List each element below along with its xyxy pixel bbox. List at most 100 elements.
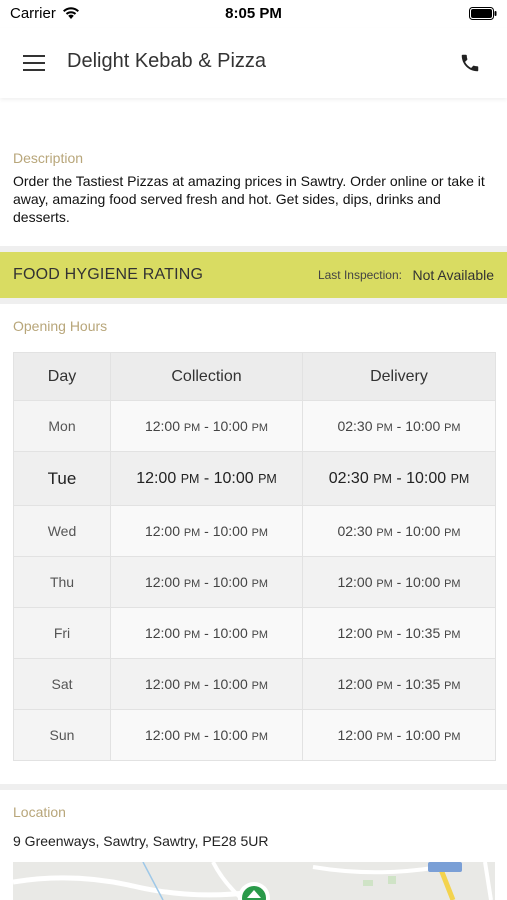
hours-row-sun: Sun 12:00 PM - 10:00 PM 12:00 PM - 10:00 P…	[13, 709, 496, 761]
start-period: PM	[373, 471, 392, 486]
collection-hours-cell: 12:00 PM - 10:00 PM	[110, 658, 303, 710]
last-inspection-value: Not Available	[412, 267, 494, 283]
end-time: 10:00	[212, 727, 248, 743]
restaurant-title: Delight Kebab & Pizza	[67, 50, 267, 72]
end-time: 10:00	[406, 469, 447, 487]
collection-hours-cell: 12:00 PM - 10:00 PM	[110, 451, 303, 506]
day-cell: Sun	[13, 709, 111, 761]
start-time: 12:00	[144, 418, 181, 434]
end-period: PM	[444, 629, 461, 641]
start-period: PM	[376, 629, 393, 641]
location-address: 9 Greenways, Sawtry, Sawtry, PE28 5UR	[13, 833, 269, 849]
hamburger-menu-icon	[23, 55, 45, 71]
delivery-hours-cell: 02:30 PM - 10:00 PM	[302, 505, 496, 557]
end-time: 10:00	[213, 469, 254, 487]
menu-button[interactable]	[16, 48, 52, 78]
call-button[interactable]	[455, 48, 485, 78]
delivery-hours-cell: 02:30 PM - 10:00 PM	[302, 400, 496, 452]
app-header: Delight Kebab & Pizza	[0, 28, 507, 98]
hours-row-thu: Thu 12:00 PM - 10:00 PM 12:00 PM - 10:00 P…	[13, 556, 496, 608]
delivery-hours-cell: 12:00 PM - 10:00 PM	[302, 556, 496, 608]
description-text: Order the Tastiest Pizzas at amazing pri…	[13, 173, 485, 225]
end-time: 10:00	[212, 523, 248, 539]
start-time: 12:00	[144, 523, 181, 539]
start-time: 12:00	[144, 727, 181, 743]
opening-hours-table: Day Collection Delivery Mon 12:00 PM - 10…	[13, 352, 496, 761]
end-period: PM	[444, 527, 461, 539]
description-label: Description	[13, 150, 84, 166]
last-inspection-label: Last Inspection:	[317, 268, 402, 282]
hours-row-wed: Wed 12:00 PM - 10:00 PM 02:30 PM - 10:00 P…	[13, 505, 496, 557]
end-time: 10:00	[212, 625, 248, 641]
divider	[0, 784, 507, 790]
end-time: 10:00	[405, 574, 441, 590]
start-period: PM	[376, 731, 393, 743]
opening-hours-label: Opening Hours	[13, 318, 108, 334]
start-period: PM	[183, 731, 201, 743]
end-period: PM	[258, 471, 277, 486]
start-time: 02:30	[328, 469, 369, 487]
end-period: PM	[251, 731, 269, 743]
divider	[0, 298, 507, 304]
day-cell: Mon	[13, 400, 111, 452]
collection-hours-cell: 12:00 PM - 10:00 PM	[110, 556, 303, 608]
day-cell: Thu	[13, 556, 111, 608]
hours-row-sat: Sat 12:00 PM - 10:00 PM 12:00 PM - 10:35 P…	[13, 658, 496, 710]
hours-row-tue: Tue 12:00 PM - 10:00 PM 02:30 PM - 10:00 P…	[13, 451, 496, 506]
column-header-day: Day	[13, 352, 111, 401]
end-time: 10:00	[212, 418, 248, 434]
table-header-row: Day Collection Delivery	[13, 352, 496, 401]
end-period: PM	[450, 471, 470, 486]
day-cell: Tue	[13, 451, 111, 506]
end-period: PM	[444, 422, 461, 434]
end-period: PM	[251, 629, 269, 641]
end-time: 10:00	[405, 523, 441, 539]
food-hygiene-banner: FOOD HYGIENE RATING Last Inspection: Not…	[0, 252, 507, 298]
start-period: PM	[183, 422, 201, 434]
delivery-hours-cell: 12:00 PM - 10:35 PM	[302, 658, 496, 710]
delivery-hours-cell: 12:00 PM - 10:35 PM	[302, 607, 496, 659]
collection-hours-cell: 12:00 PM - 10:00 PM	[110, 709, 303, 761]
start-time: 12:00	[144, 574, 181, 590]
start-period: PM	[376, 527, 393, 539]
end-time: 10:35	[405, 625, 441, 641]
end-period: PM	[251, 578, 269, 590]
collection-hours-cell: 12:00 PM - 10:00 PM	[110, 607, 303, 659]
map-pin-icon	[238, 882, 270, 900]
collection-hours-cell: 12:00 PM - 10:00 PM	[110, 400, 303, 452]
start-period: PM	[183, 680, 201, 692]
start-period: PM	[180, 471, 200, 486]
end-period: PM	[444, 731, 461, 743]
start-time: 12:00	[136, 469, 177, 487]
battery-icon	[469, 7, 497, 20]
collection-hours-cell: 12:00 PM - 10:00 PM	[110, 505, 303, 557]
hours-row-fri: Fri 12:00 PM - 10:00 PM 12:00 PM - 10:35 P…	[13, 607, 496, 659]
location-map[interactable]	[13, 862, 495, 900]
status-time: 8:05 PM	[225, 5, 282, 22]
location-label: Location	[13, 804, 66, 820]
end-period: PM	[251, 422, 269, 434]
delivery-hours-cell: 02:30 PM - 10:00 PM	[302, 451, 496, 506]
start-period: PM	[376, 422, 393, 434]
end-time: 10:35	[405, 676, 441, 692]
day-cell: Fri	[13, 607, 111, 659]
start-period: PM	[183, 629, 201, 641]
end-period: PM	[444, 578, 461, 590]
end-time: 10:00	[405, 727, 441, 743]
start-time: 12:00	[144, 676, 181, 692]
day-cell: Wed	[13, 505, 111, 557]
end-period: PM	[251, 680, 269, 692]
day-cell: Sat	[13, 658, 111, 710]
start-time: 12:00	[337, 574, 373, 590]
end-time: 10:00	[212, 676, 248, 692]
status-bar: Carrier 8:05 PM	[0, 0, 507, 28]
column-header-collection: Collection	[110, 352, 303, 401]
end-time: 10:00	[405, 418, 441, 434]
start-time: 12:00	[337, 727, 373, 743]
start-period: PM	[183, 578, 201, 590]
start-time: 12:00	[337, 676, 373, 692]
column-header-delivery: Delivery	[302, 352, 496, 401]
start-time: 12:00	[144, 625, 181, 641]
description-section: Description Order the Tastiest Pizzas at…	[13, 150, 497, 226]
delivery-hours-cell: 12:00 PM - 10:00 PM	[302, 709, 496, 761]
